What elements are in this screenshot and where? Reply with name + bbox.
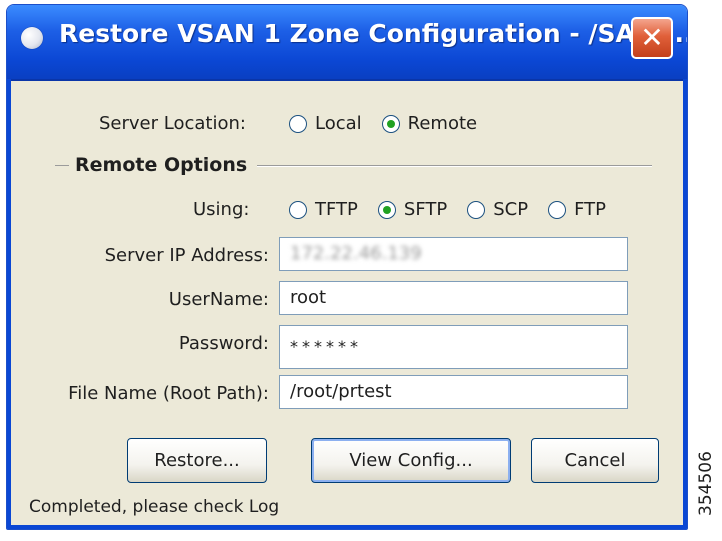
file-name-field[interactable]: /root/prtest bbox=[279, 375, 628, 409]
figure-id: 354506 bbox=[696, 451, 716, 516]
view-config-button[interactable]: View Config... bbox=[311, 438, 511, 483]
window-frame-right bbox=[683, 79, 687, 529]
server-ip-value: 172.22.46.139 bbox=[290, 243, 422, 264]
window-frame-left bbox=[7, 79, 11, 529]
radio-remote-button[interactable] bbox=[381, 114, 400, 133]
window-title: Restore VSAN 1 Zone Configuration - /SAN… bbox=[59, 19, 688, 48]
radio-ftp-label[interactable]: FTP bbox=[574, 199, 606, 220]
username-field[interactable]: root bbox=[279, 281, 628, 315]
group-divider-left bbox=[55, 165, 69, 166]
radio-local-button[interactable] bbox=[289, 114, 307, 133]
radio-tftp-label[interactable]: TFTP bbox=[315, 199, 358, 220]
server-ip-field[interactable]: 172.22.46.139 bbox=[279, 237, 628, 271]
server-ip-label: Server IP Address: bbox=[104, 245, 269, 266]
using-label: Using: bbox=[193, 199, 250, 220]
radio-local[interactable]: Local bbox=[289, 113, 362, 134]
title-bar[interactable]: Restore VSAN 1 Zone Configuration - /SAN… bbox=[7, 5, 687, 81]
radio-sftp-label[interactable]: SFTP bbox=[404, 199, 447, 220]
restore-zone-dialog: Restore VSAN 1 Zone Configuration - /SAN… bbox=[6, 4, 688, 530]
status-text: Completed, please check Log bbox=[29, 497, 280, 517]
username-value: root bbox=[290, 287, 327, 308]
app-icon bbox=[21, 27, 43, 49]
protocol-radio-group: TFTP SFTP SCP FTP bbox=[289, 199, 606, 220]
radio-ftp[interactable]: FTP bbox=[548, 199, 606, 220]
restore-button[interactable]: Restore... bbox=[127, 438, 267, 483]
file-name-value: /root/prtest bbox=[290, 381, 392, 402]
password-field[interactable]: ****** bbox=[279, 325, 628, 369]
radio-scp[interactable]: SCP bbox=[467, 199, 528, 220]
remote-options-title: Remote Options bbox=[75, 154, 248, 176]
radio-local-label[interactable]: Local bbox=[315, 113, 362, 134]
radio-remote-label[interactable]: Remote bbox=[408, 113, 477, 134]
password-label: Password: bbox=[178, 333, 269, 354]
username-label: UserName: bbox=[168, 289, 269, 310]
close-button[interactable]: ✕ bbox=[631, 17, 673, 59]
group-divider bbox=[257, 165, 652, 167]
radio-sftp-button[interactable] bbox=[377, 200, 396, 219]
radio-remote[interactable]: Remote bbox=[381, 113, 477, 134]
radio-sftp[interactable]: SFTP bbox=[377, 199, 447, 220]
radio-ftp-button[interactable] bbox=[548, 200, 567, 219]
radio-tftp[interactable]: TFTP bbox=[289, 199, 358, 220]
password-value: ****** bbox=[290, 337, 362, 356]
radio-tftp-button[interactable] bbox=[289, 200, 307, 219]
server-location-radio-group: Local Remote bbox=[289, 113, 477, 134]
cancel-button[interactable]: Cancel bbox=[531, 438, 659, 483]
file-name-label: File Name (Root Path): bbox=[68, 383, 269, 404]
window-frame-bottom bbox=[7, 525, 687, 529]
close-icon: ✕ bbox=[640, 21, 664, 54]
radio-scp-label[interactable]: SCP bbox=[493, 199, 528, 220]
radio-scp-button[interactable] bbox=[467, 200, 486, 219]
server-location-label: Server Location: bbox=[99, 113, 246, 134]
